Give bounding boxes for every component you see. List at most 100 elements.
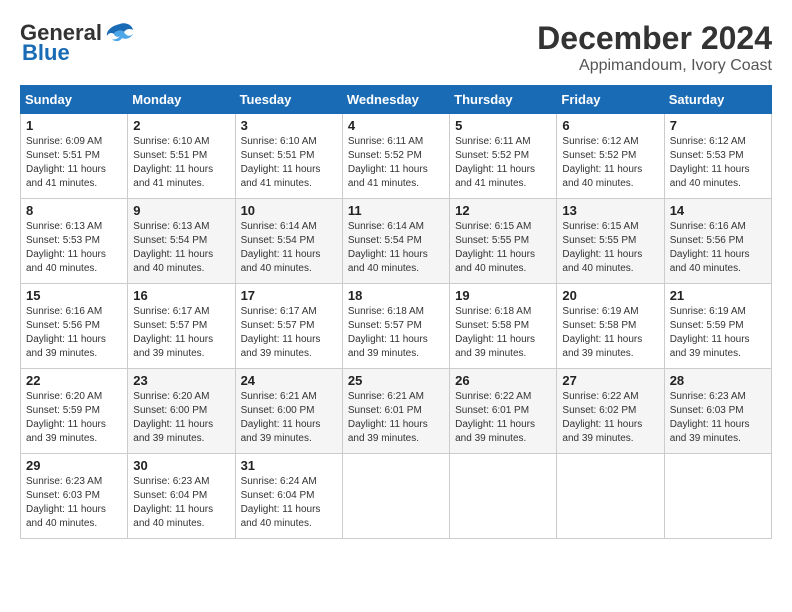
calendar-week-row: 22 Sunrise: 6:20 AM Sunset: 5:59 PM Dayl… — [21, 369, 772, 454]
calendar-week-row: 1 Sunrise: 6:09 AM Sunset: 5:51 PM Dayli… — [21, 114, 772, 199]
day-number: 23 — [133, 373, 229, 388]
day-number: 6 — [562, 118, 658, 133]
location-title: Appimandoum, Ivory Coast — [537, 57, 772, 75]
day-info: Sunrise: 6:20 AM Sunset: 5:59 PM Dayligh… — [26, 390, 122, 446]
day-info: Sunrise: 6:15 AM Sunset: 5:55 PM Dayligh… — [562, 220, 658, 276]
day-info: Sunrise: 6:10 AM Sunset: 5:51 PM Dayligh… — [133, 135, 229, 191]
calendar-day-cell: 30 Sunrise: 6:23 AM Sunset: 6:04 PM Dayl… — [128, 454, 235, 539]
day-info: Sunrise: 6:22 AM Sunset: 6:02 PM Dayligh… — [562, 390, 658, 446]
day-info: Sunrise: 6:13 AM Sunset: 5:53 PM Dayligh… — [26, 220, 122, 276]
calendar-day-cell: 17 Sunrise: 6:17 AM Sunset: 5:57 PM Dayl… — [235, 284, 342, 369]
logo-text-blue: Blue — [22, 40, 70, 66]
day-info: Sunrise: 6:14 AM Sunset: 5:54 PM Dayligh… — [241, 220, 337, 276]
day-number: 18 — [348, 288, 444, 303]
day-number: 2 — [133, 118, 229, 133]
calendar-day-cell: 22 Sunrise: 6:20 AM Sunset: 5:59 PM Dayl… — [21, 369, 128, 454]
day-info: Sunrise: 6:21 AM Sunset: 6:00 PM Dayligh… — [241, 390, 337, 446]
calendar-day-cell: 9 Sunrise: 6:13 AM Sunset: 5:54 PM Dayli… — [128, 199, 235, 284]
calendar-day-cell: 12 Sunrise: 6:15 AM Sunset: 5:55 PM Dayl… — [450, 199, 557, 284]
calendar-day-header: Wednesday — [342, 86, 449, 114]
calendar-header-row: SundayMondayTuesdayWednesdayThursdayFrid… — [21, 86, 772, 114]
day-number: 30 — [133, 458, 229, 473]
day-number: 25 — [348, 373, 444, 388]
calendar-day-header: Friday — [557, 86, 664, 114]
calendar-day-cell: 26 Sunrise: 6:22 AM Sunset: 6:01 PM Dayl… — [450, 369, 557, 454]
calendar-day-cell — [557, 454, 664, 539]
month-title: December 2024 — [537, 20, 772, 57]
calendar-day-cell: 24 Sunrise: 6:21 AM Sunset: 6:00 PM Dayl… — [235, 369, 342, 454]
day-info: Sunrise: 6:19 AM Sunset: 5:59 PM Dayligh… — [670, 305, 766, 361]
day-number: 4 — [348, 118, 444, 133]
day-info: Sunrise: 6:12 AM Sunset: 5:53 PM Dayligh… — [670, 135, 766, 191]
calendar-week-row: 8 Sunrise: 6:13 AM Sunset: 5:53 PM Dayli… — [21, 199, 772, 284]
day-number: 7 — [670, 118, 766, 133]
calendar-day-cell: 18 Sunrise: 6:18 AM Sunset: 5:57 PM Dayl… — [342, 284, 449, 369]
day-number: 11 — [348, 203, 444, 218]
title-area: December 2024 Appimandoum, Ivory Coast — [537, 20, 772, 75]
day-number: 17 — [241, 288, 337, 303]
day-info: Sunrise: 6:16 AM Sunset: 5:56 PM Dayligh… — [670, 220, 766, 276]
day-info: Sunrise: 6:14 AM Sunset: 5:54 PM Dayligh… — [348, 220, 444, 276]
calendar-day-cell: 8 Sunrise: 6:13 AM Sunset: 5:53 PM Dayli… — [21, 199, 128, 284]
day-info: Sunrise: 6:23 AM Sunset: 6:04 PM Dayligh… — [133, 475, 229, 531]
calendar-day-cell: 4 Sunrise: 6:11 AM Sunset: 5:52 PM Dayli… — [342, 114, 449, 199]
logo-bird-icon — [106, 22, 134, 44]
day-info: Sunrise: 6:17 AM Sunset: 5:57 PM Dayligh… — [133, 305, 229, 361]
calendar-day-cell: 5 Sunrise: 6:11 AM Sunset: 5:52 PM Dayli… — [450, 114, 557, 199]
calendar-day-header: Saturday — [664, 86, 771, 114]
day-info: Sunrise: 6:11 AM Sunset: 5:52 PM Dayligh… — [455, 135, 551, 191]
day-info: Sunrise: 6:19 AM Sunset: 5:58 PM Dayligh… — [562, 305, 658, 361]
day-info: Sunrise: 6:16 AM Sunset: 5:56 PM Dayligh… — [26, 305, 122, 361]
day-info: Sunrise: 6:22 AM Sunset: 6:01 PM Dayligh… — [455, 390, 551, 446]
day-number: 10 — [241, 203, 337, 218]
calendar-day-cell: 14 Sunrise: 6:16 AM Sunset: 5:56 PM Dayl… — [664, 199, 771, 284]
day-info: Sunrise: 6:17 AM Sunset: 5:57 PM Dayligh… — [241, 305, 337, 361]
day-info: Sunrise: 6:18 AM Sunset: 5:58 PM Dayligh… — [455, 305, 551, 361]
calendar-day-cell: 10 Sunrise: 6:14 AM Sunset: 5:54 PM Dayl… — [235, 199, 342, 284]
calendar-table: SundayMondayTuesdayWednesdayThursdayFrid… — [20, 85, 772, 539]
day-info: Sunrise: 6:13 AM Sunset: 5:54 PM Dayligh… — [133, 220, 229, 276]
calendar-day-cell: 25 Sunrise: 6:21 AM Sunset: 6:01 PM Dayl… — [342, 369, 449, 454]
day-info: Sunrise: 6:10 AM Sunset: 5:51 PM Dayligh… — [241, 135, 337, 191]
calendar-day-cell — [450, 454, 557, 539]
day-info: Sunrise: 6:12 AM Sunset: 5:52 PM Dayligh… — [562, 135, 658, 191]
day-number: 13 — [562, 203, 658, 218]
calendar-week-row: 15 Sunrise: 6:16 AM Sunset: 5:56 PM Dayl… — [21, 284, 772, 369]
calendar-day-cell: 19 Sunrise: 6:18 AM Sunset: 5:58 PM Dayl… — [450, 284, 557, 369]
day-number: 26 — [455, 373, 551, 388]
day-number: 9 — [133, 203, 229, 218]
day-number: 5 — [455, 118, 551, 133]
calendar-day-cell: 2 Sunrise: 6:10 AM Sunset: 5:51 PM Dayli… — [128, 114, 235, 199]
calendar-day-header: Monday — [128, 86, 235, 114]
calendar-week-row: 29 Sunrise: 6:23 AM Sunset: 6:03 PM Dayl… — [21, 454, 772, 539]
day-number: 15 — [26, 288, 122, 303]
calendar-day-cell: 7 Sunrise: 6:12 AM Sunset: 5:53 PM Dayli… — [664, 114, 771, 199]
day-number: 28 — [670, 373, 766, 388]
calendar-day-cell: 3 Sunrise: 6:10 AM Sunset: 5:51 PM Dayli… — [235, 114, 342, 199]
calendar-day-cell: 16 Sunrise: 6:17 AM Sunset: 5:57 PM Dayl… — [128, 284, 235, 369]
logo: General Blue — [20, 20, 134, 66]
day-info: Sunrise: 6:18 AM Sunset: 5:57 PM Dayligh… — [348, 305, 444, 361]
day-info: Sunrise: 6:11 AM Sunset: 5:52 PM Dayligh… — [348, 135, 444, 191]
calendar-day-cell: 1 Sunrise: 6:09 AM Sunset: 5:51 PM Dayli… — [21, 114, 128, 199]
day-number: 31 — [241, 458, 337, 473]
calendar-day-cell: 29 Sunrise: 6:23 AM Sunset: 6:03 PM Dayl… — [21, 454, 128, 539]
calendar-day-cell: 23 Sunrise: 6:20 AM Sunset: 6:00 PM Dayl… — [128, 369, 235, 454]
day-number: 3 — [241, 118, 337, 133]
day-number: 12 — [455, 203, 551, 218]
calendar-day-cell: 28 Sunrise: 6:23 AM Sunset: 6:03 PM Dayl… — [664, 369, 771, 454]
day-number: 8 — [26, 203, 122, 218]
day-number: 20 — [562, 288, 658, 303]
day-number: 29 — [26, 458, 122, 473]
day-number: 16 — [133, 288, 229, 303]
day-number: 14 — [670, 203, 766, 218]
calendar-day-cell: 20 Sunrise: 6:19 AM Sunset: 5:58 PM Dayl… — [557, 284, 664, 369]
page-header: General Blue December 2024 Appimandoum, … — [20, 20, 772, 75]
calendar-day-cell: 11 Sunrise: 6:14 AM Sunset: 5:54 PM Dayl… — [342, 199, 449, 284]
calendar-day-cell: 13 Sunrise: 6:15 AM Sunset: 5:55 PM Dayl… — [557, 199, 664, 284]
calendar-day-cell: 27 Sunrise: 6:22 AM Sunset: 6:02 PM Dayl… — [557, 369, 664, 454]
day-number: 21 — [670, 288, 766, 303]
day-info: Sunrise: 6:21 AM Sunset: 6:01 PM Dayligh… — [348, 390, 444, 446]
calendar-day-cell: 6 Sunrise: 6:12 AM Sunset: 5:52 PM Dayli… — [557, 114, 664, 199]
day-info: Sunrise: 6:09 AM Sunset: 5:51 PM Dayligh… — [26, 135, 122, 191]
